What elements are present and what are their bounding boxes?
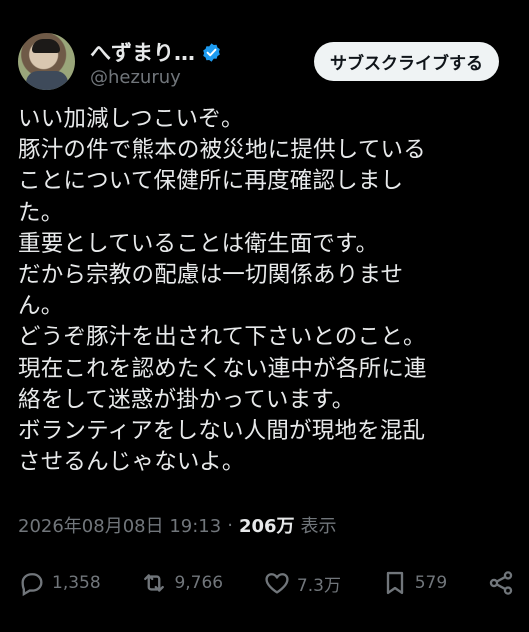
post-line: 絡をして迷惑が掛かっています。 xyxy=(18,386,355,413)
post-line: ん。 xyxy=(18,293,64,320)
share-button[interactable] xyxy=(487,569,515,597)
action-bar: 1,358 9,766 7.3万 579 xyxy=(18,565,515,601)
post-text: いい加減しつこいぞ。 豚汁の件で熊本の被災地に提供している ことについて保健所に… xyxy=(18,104,518,478)
bookmark-button[interactable]: 579 xyxy=(381,569,447,597)
bookmark-count: 579 xyxy=(414,573,448,593)
post-line: だから宗教の配慮は一切関係ありませ xyxy=(18,262,404,289)
handle[interactable]: @hezuruy xyxy=(90,67,181,88)
like-button[interactable]: 7.3万 xyxy=(263,569,341,597)
avatar[interactable] xyxy=(18,33,75,90)
heart-icon xyxy=(265,573,289,594)
repost-icon xyxy=(144,574,165,592)
repost-button[interactable]: 9,766 xyxy=(140,569,223,597)
bookmark-icon xyxy=(386,571,403,595)
name-row: へずまり… xyxy=(90,37,222,67)
post-line: 重要としていることは衛生面です。 xyxy=(18,230,379,257)
post-line: ボランティアをしない人間が現地を混乱 xyxy=(18,418,426,445)
avatar-hair xyxy=(32,39,60,53)
post-line: どうぞ豚汁を出されて下さいとのこと。 xyxy=(18,324,426,351)
post-line: 豚汁の件で熊本の被災地に提供している xyxy=(18,137,426,164)
like-count: 7.3万 xyxy=(296,575,341,596)
post-line: た。 xyxy=(18,199,64,226)
reply-icon xyxy=(21,573,43,597)
timestamp[interactable]: 2026年08月08日 19:13 xyxy=(18,512,221,538)
post-line: いい加減しつこいぞ。 xyxy=(18,106,244,132)
views-count: 206万 xyxy=(238,516,295,537)
views-label: 表示 xyxy=(300,516,337,537)
reply-count: 1,358 xyxy=(52,573,101,593)
reply-button[interactable]: 1,358 xyxy=(18,569,101,597)
avatar-shirt xyxy=(26,71,68,90)
post-line: 現在これを認めたくない連中が各所に連 xyxy=(18,355,427,382)
post-line: ことについて保健所に再度確認しまし xyxy=(18,168,404,195)
post-line: させるんじゃないよ。 xyxy=(18,449,245,476)
display-name[interactable]: へずまり… xyxy=(90,37,195,67)
share-icon xyxy=(489,571,513,595)
verified-badge-icon xyxy=(203,42,220,62)
meta-separator: · xyxy=(227,514,233,536)
subscribe-button[interactable]: サブスクライブする xyxy=(314,42,499,81)
post-meta: 2026年08月08日 19:13 · 206万 表示 xyxy=(18,512,337,538)
repost-count: 9,766 xyxy=(174,573,224,593)
post-header: へずまり… @hezuruy サブスクライブする xyxy=(18,33,499,93)
